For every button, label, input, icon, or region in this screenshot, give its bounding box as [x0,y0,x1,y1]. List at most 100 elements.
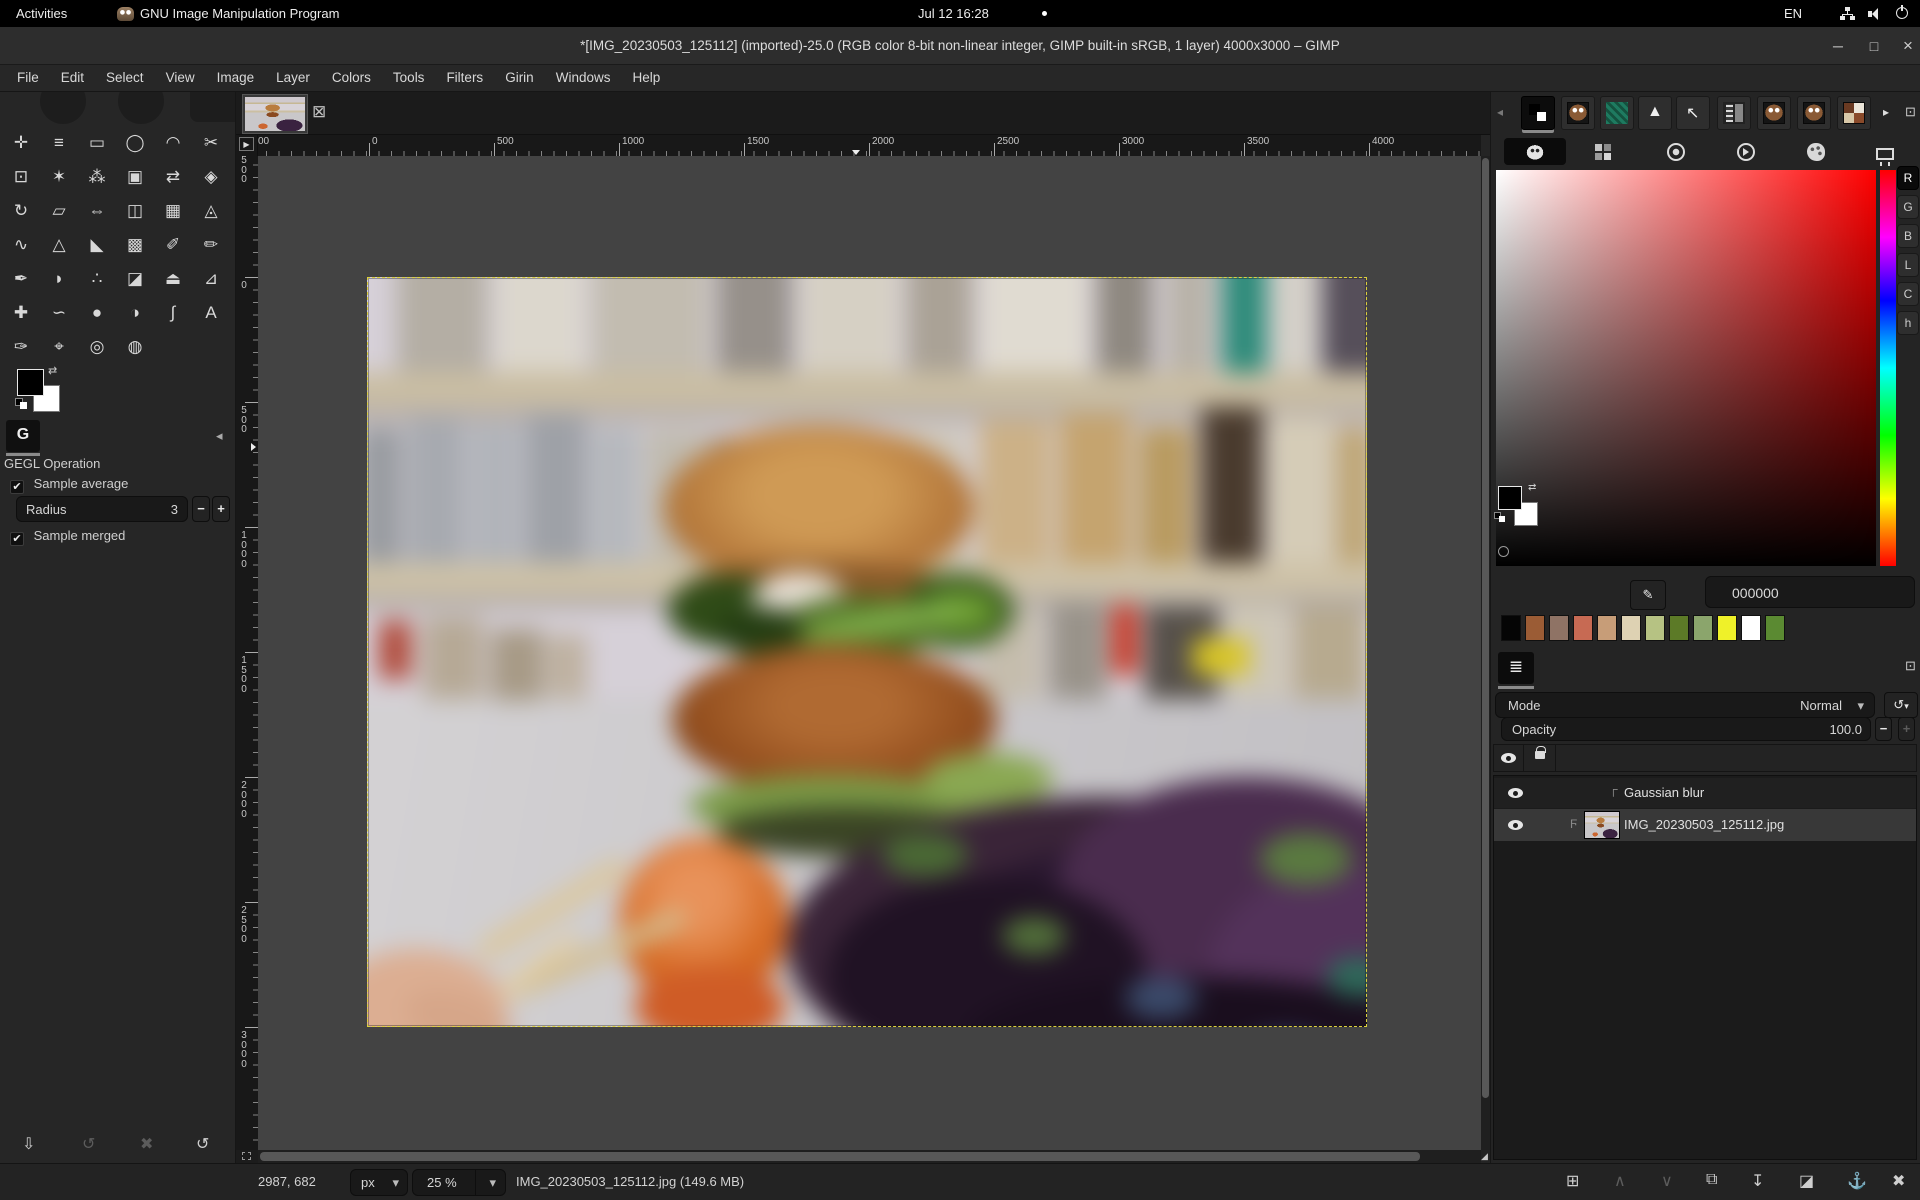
tool-color-picker[interactable]: ✑ [2,330,40,364]
menu-view[interactable]: View [155,65,206,91]
image-tab[interactable] [242,94,308,134]
tool-ink[interactable]: ✒ [2,262,40,296]
tool-text[interactable]: A [192,296,230,330]
tool-handle-transform[interactable]: ◬ [192,194,230,228]
tool-bucket-fill[interactable]: ◣ [78,228,116,262]
sample-merged-checkbox[interactable]: ✔ [10,532,24,546]
dialog-foreground-swatch[interactable] [1498,486,1522,510]
menu-select[interactable]: Select [95,65,155,91]
color-tab-palette[interactable] [1802,138,1829,165]
tool-scale[interactable]: ⇔ [78,194,116,228]
radius-decrease-button[interactable]: − [192,496,210,522]
channel-R[interactable]: R [1897,166,1919,190]
reset-tool-options-button[interactable]: ↺ [196,1134,209,1154]
color-tab-wheel[interactable] [1732,138,1759,165]
tool-3d-transform[interactable]: ◫ [116,194,154,228]
tool-measure[interactable]: ⌖ [40,330,78,364]
palette-swatch[interactable] [1525,615,1545,641]
menu-girin[interactable]: Girin [494,65,545,91]
dock-detach-icon[interactable]: ⊡ [1905,104,1916,120]
dialog-swap-colors-icon[interactable]: ⇄ [1528,482,1536,493]
focused-app-name[interactable]: GNU Image Manipulation Program [140,6,339,21]
tool-foreground-select[interactable]: ⊡ [2,160,40,194]
sample-average-checkbox[interactable]: ✔ [10,480,24,494]
tool-dodge-burn[interactable]: ◑ [116,296,154,330]
vertical-ruler[interactable]: 500050010001500200025003000 [236,156,258,1150]
tool-flip[interactable]: ⇄ [154,160,192,194]
layers-detach-icon[interactable]: ⊡ [1905,658,1916,674]
tool-shear[interactable]: ▱ [40,194,78,228]
palette-swatch[interactable] [1573,615,1593,641]
dock-tab-document-history[interactable] [1717,96,1751,130]
tool-heal[interactable]: ✚ [2,296,40,330]
channel-L[interactable]: L [1897,253,1919,277]
palette-swatch[interactable] [1765,615,1785,641]
window-titlebar[interactable]: *[IMG_20230503_125112] (imported)-25.0 (… [0,27,1920,65]
vertical-scrollbar-thumb[interactable] [1482,158,1489,1098]
tool-free-select[interactable]: ◠ [154,126,192,160]
menu-tools[interactable]: Tools [382,65,436,91]
opacity-slider[interactable]: Opacity 100.0 [1501,717,1871,741]
tool-fuzzy-select[interactable]: ✶ [40,160,78,194]
tool-zoom[interactable]: ◎ [78,330,116,364]
pick-color-button[interactable]: ✎ [1630,580,1666,610]
tool-warp-transform[interactable]: ∿ [2,228,40,262]
channel-B[interactable]: B [1897,224,1919,248]
color-tab-cmyk[interactable] [1589,138,1616,165]
menu-filters[interactable]: Filters [435,65,494,91]
dock-tab-fgbg-colors[interactable] [1521,96,1555,130]
horizontal-scrollbar[interactable] [258,1150,1481,1163]
tool-pencil[interactable]: ✏ [192,228,230,262]
tool-mypaint-brush[interactable]: ◗ [40,262,78,296]
volume-icon[interactable] [1868,8,1882,20]
tool-gradient[interactable]: ▩ [116,228,154,262]
add-layer-mask-button[interactable]: ◪ [1799,1171,1814,1191]
ruler-corner[interactable]: ▶ [236,135,258,156]
visibility-eye-icon[interactable] [1508,820,1523,830]
palette-swatch[interactable] [1669,615,1689,641]
tool-paintbrush[interactable]: ✐ [154,228,192,262]
dock-tab-brushes[interactable] [1561,96,1595,130]
menu-help[interactable]: Help [621,65,671,91]
tool-airbrush[interactable]: ∴ [78,262,116,296]
dialog-default-colors-icon[interactable] [1499,516,1505,522]
navigation-preview-button[interactable]: ◢ [1481,1149,1490,1163]
palette-swatch[interactable] [1693,615,1713,641]
tool-blur-sharpen[interactable]: ● [78,296,116,330]
hue-strip[interactable] [1880,170,1896,566]
vertical-scrollbar[interactable] [1481,156,1490,1150]
merge-layers-button[interactable]: ↧ [1751,1171,1764,1191]
quick-mask-toggle[interactable] [236,1150,258,1163]
palette-swatch[interactable] [1645,615,1665,641]
menu-file[interactable]: File [6,65,50,91]
dock-tab-patterns[interactable] [1600,96,1634,130]
unit-dropdown[interactable]: px ▾ [350,1169,408,1196]
palette-swatch[interactable] [1549,615,1569,641]
dock-tab-palettes[interactable] [1837,96,1871,130]
anchor-layer-button[interactable]: ⚓ [1847,1171,1867,1191]
channel-h[interactable]: h [1897,311,1919,335]
new-layer-button[interactable]: ⊞ [1566,1171,1579,1191]
image-canvas[interactable] [367,277,1367,1027]
delete-layer-button[interactable]: ✖ [1892,1171,1905,1191]
tool-select-by-color[interactable]: ⁂ [78,160,116,194]
dock-tab-brushes-2[interactable] [1757,96,1791,130]
clock[interactable]: Jul 12 16:28 [918,6,989,21]
foreground-color-swatch[interactable] [17,369,44,396]
tool-move[interactable]: ✛ [2,126,40,160]
opacity-decrease-button[interactable]: − [1875,717,1892,741]
mode-switch-button[interactable]: ↺▾ [1884,692,1918,718]
color-select-square[interactable] [1496,170,1876,566]
visibility-eye-icon[interactable] [1508,788,1523,798]
save-tool-preset-button[interactable]: ⇩ [22,1134,35,1154]
tool-paths[interactable]: ∫ [154,296,192,330]
menu-windows[interactable]: Windows [545,65,622,91]
minimize-button[interactable]: ─ [1826,35,1850,57]
collapse-arrow-icon[interactable]: ◂ [216,428,223,444]
gegl-operation-tool-button[interactable]: G [6,420,40,452]
palette-swatch[interactable] [1501,615,1521,641]
visibility-header-cell[interactable] [1494,745,1524,771]
tool-paint-select[interactable]: ◍ [116,330,154,364]
dock-tab-fonts[interactable] [1638,96,1672,130]
color-tab-watercolor[interactable] [1662,138,1689,165]
